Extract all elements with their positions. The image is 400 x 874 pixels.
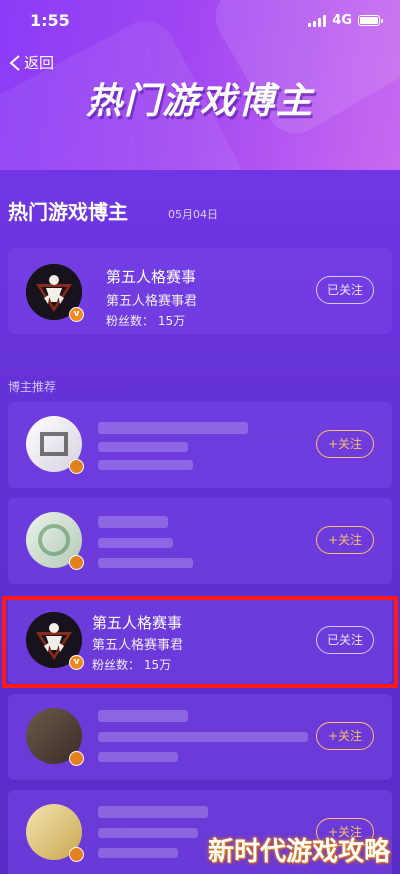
list-item[interactable]: +关注 — [8, 498, 392, 584]
list-item[interactable]: +关注 — [8, 402, 392, 488]
list-item-highlighted[interactable]: v 第五人格赛事 第五人格赛事君 粉丝数： 15万 已关注 — [8, 598, 392, 684]
blogger-account: 第五人格赛事君 — [92, 638, 184, 653]
status-bar: 1:55 4G — [0, 0, 400, 44]
signal-icon — [308, 14, 327, 27]
blurred-account — [98, 732, 308, 742]
fans-value: 15万 — [157, 314, 186, 328]
avatar: v — [26, 264, 84, 322]
section-title: 热门游戏博主 — [8, 200, 128, 224]
status-indicators: 4G — [308, 13, 383, 28]
fans-label: 粉丝数： — [106, 314, 155, 328]
fans-value: 15万 — [143, 658, 172, 672]
verified-badge: v — [69, 655, 84, 670]
hero-title: 热门游戏博主 — [85, 81, 314, 122]
blurred-fans — [98, 848, 178, 858]
blogger-name: 第五人格赛事 — [106, 268, 197, 286]
fans-label: 粉丝数： — [92, 658, 141, 672]
verified-badge — [69, 459, 84, 474]
blurred-fans — [98, 460, 193, 470]
verified-badge — [69, 847, 84, 862]
blurred-account — [98, 538, 173, 548]
avatar — [26, 708, 84, 766]
blogger-account: 第五人格赛事君 — [106, 294, 198, 309]
section-date: 05月04日 — [168, 208, 218, 221]
battery-icon — [358, 15, 383, 26]
followed-button[interactable]: 已关注 — [316, 276, 374, 304]
blurred-fans — [98, 752, 178, 762]
recommend-label: 博主推荐 — [8, 380, 57, 394]
verified-badge: v — [69, 307, 84, 322]
verified-badge — [69, 751, 84, 766]
featured-blogger-card[interactable]: v 第五人格赛事 第五人格赛事君 粉丝数： 15万 已关注 — [8, 248, 392, 334]
avatar: v — [26, 612, 84, 670]
followed-button[interactable]: 已关注 — [316, 626, 374, 654]
blogger-name: 第五人格赛事 — [92, 614, 183, 632]
blurred-name — [98, 710, 188, 722]
watermark: 新时代游戏攻略 — [207, 837, 390, 867]
status-time: 1:55 — [30, 11, 70, 30]
back-label: 返回 — [24, 54, 55, 72]
fans-count: 粉丝数： 15万 — [92, 656, 171, 673]
network-type: 4G — [332, 13, 352, 28]
blurred-name — [98, 516, 168, 528]
chevron-left-icon — [9, 54, 20, 71]
avatar — [26, 804, 84, 862]
back-button[interactable]: 返回 — [8, 52, 54, 73]
blurred-name — [98, 422, 248, 434]
follow-button[interactable]: +关注 — [316, 526, 374, 554]
blurred-account — [98, 442, 188, 452]
avatar — [26, 512, 84, 570]
verified-badge — [69, 555, 84, 570]
follow-button[interactable]: +关注 — [316, 430, 374, 458]
blurred-name — [98, 806, 208, 818]
blurred-account — [98, 828, 198, 838]
list-item[interactable]: +关注 — [8, 694, 392, 780]
screen: 1:55 4G 返回 热门游戏博主 热门游戏博主 05月04日 v 第五人格赛事… — [0, 0, 400, 874]
fans-count: 粉丝数： 15万 — [106, 312, 185, 329]
follow-button[interactable]: +关注 — [316, 722, 374, 750]
blurred-fans — [98, 558, 193, 568]
avatar — [26, 416, 84, 474]
